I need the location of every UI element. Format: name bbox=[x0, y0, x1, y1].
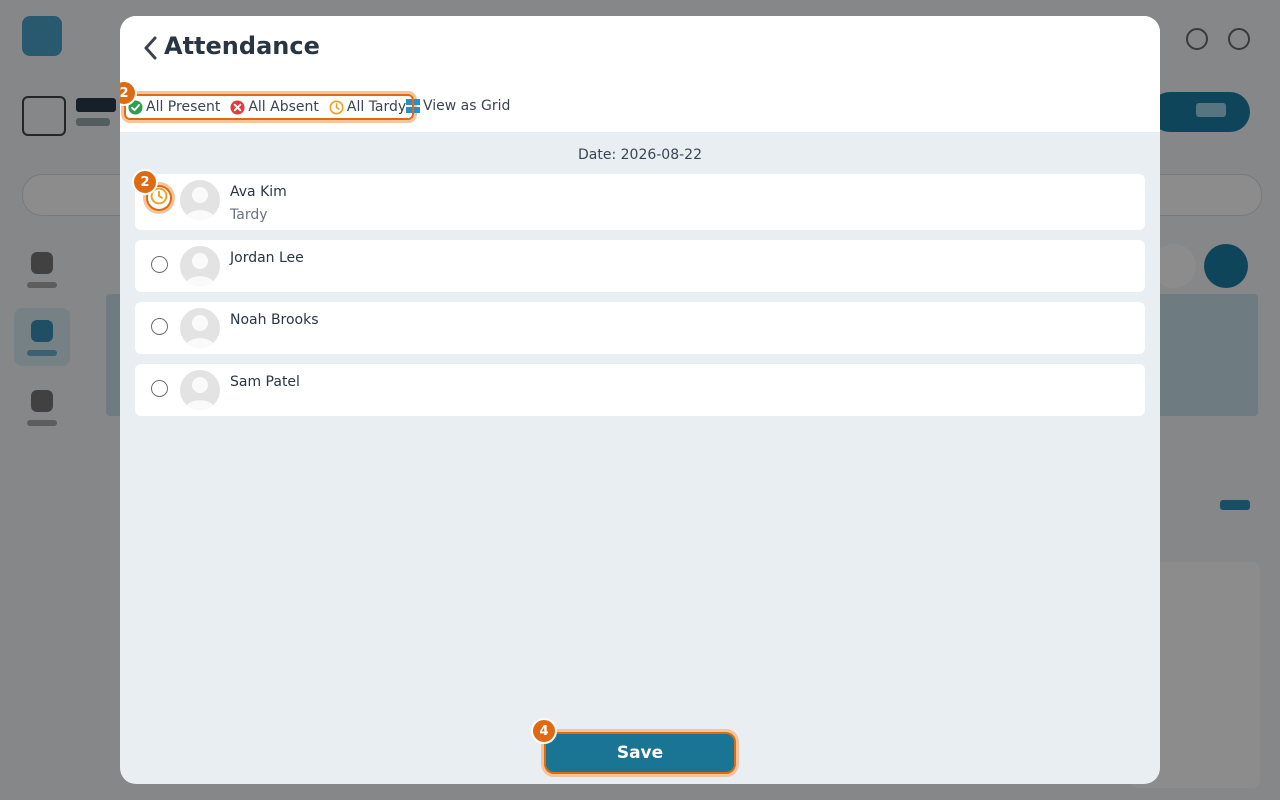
student-row[interactable]: Noah Brooks bbox=[135, 302, 1145, 354]
all-tardy-label: All Tardy bbox=[346, 99, 407, 115]
attendance-modal: Attendance 2 All Present All Absent All … bbox=[120, 16, 1160, 784]
student-name: Noah Brooks bbox=[230, 312, 319, 328]
student-row[interactable]: Sam Patel bbox=[135, 364, 1145, 416]
chevron-left-icon bbox=[142, 36, 158, 64]
x-circle-icon bbox=[230, 99, 245, 115]
view-as-grid-button[interactable]: View as Grid bbox=[406, 98, 510, 114]
avatar bbox=[180, 246, 220, 286]
student-name: Ava Kim bbox=[230, 184, 287, 200]
grid-icon bbox=[406, 99, 420, 113]
modal-title: Attendance bbox=[164, 32, 320, 60]
all-present-button[interactable]: All Present bbox=[128, 99, 220, 115]
attendance-date: Date: 2026-08-22 bbox=[578, 147, 702, 163]
avatar bbox=[180, 308, 220, 348]
bulk-actions-group: All Present All Absent All Tardy bbox=[124, 94, 415, 120]
avatar bbox=[180, 180, 220, 220]
step-badge: 2 bbox=[132, 169, 158, 195]
all-present-label: All Present bbox=[146, 99, 221, 115]
student-name: Jordan Lee bbox=[230, 250, 304, 266]
student-name: Sam Patel bbox=[230, 374, 300, 390]
all-tardy-button[interactable]: All Tardy bbox=[329, 99, 406, 115]
all-absent-button[interactable]: All Absent bbox=[230, 99, 319, 115]
avatar bbox=[180, 370, 220, 410]
all-absent-label: All Absent bbox=[248, 99, 319, 115]
view-as-grid-label: View as Grid bbox=[423, 98, 511, 114]
attendance-status-toggle[interactable] bbox=[151, 380, 168, 397]
student-row[interactable]: 2 Ava Kim Tardy bbox=[132, 169, 1145, 230]
clock-icon bbox=[329, 100, 344, 115]
attendance-toolbar: 2 All Present All Absent All Tardy View … bbox=[120, 78, 1160, 132]
save-button[interactable]: Save bbox=[546, 734, 734, 772]
step-badge: 4 bbox=[531, 718, 557, 744]
attendance-status-toggle[interactable] bbox=[151, 256, 168, 273]
attendance-status-toggle[interactable] bbox=[151, 318, 168, 335]
student-status: Tardy bbox=[230, 207, 268, 223]
student-row[interactable]: Jordan Lee bbox=[135, 240, 1145, 292]
